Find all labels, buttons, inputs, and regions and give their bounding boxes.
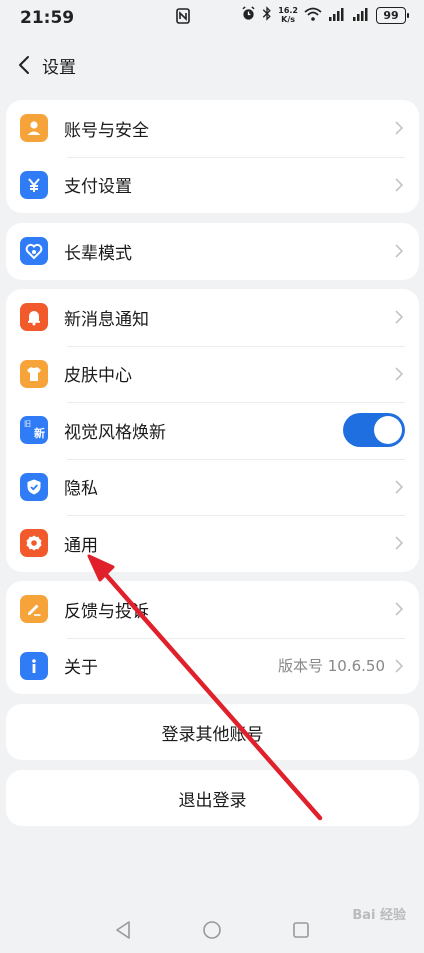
row-payment-settings[interactable]: 支付设置 — [6, 156, 419, 214]
refresh-style-icon: 旧 新 — [20, 416, 48, 445]
row-new-message-notify[interactable]: 新消息通知 — [6, 289, 419, 346]
chevron-right-icon — [393, 177, 405, 193]
chevron-right-icon — [393, 479, 405, 495]
circle-home-icon[interactable] — [202, 920, 222, 944]
toggle-knob — [374, 416, 402, 445]
row-label: 反馈与投诉 — [64, 601, 149, 622]
square-recent-icon[interactable] — [292, 921, 310, 943]
chevron-left-icon[interactable] — [12, 53, 36, 77]
net-speed-value: 16.2 — [278, 6, 298, 15]
settings-group-about: 反馈与投诉 关于 版本号 10.6.50 — [6, 581, 419, 694]
heart-icon — [20, 237, 48, 266]
chevron-right-icon — [393, 658, 405, 674]
signal-icon — [352, 7, 370, 24]
status-bar: 21:59 16.2 K/s 99 — [0, 0, 424, 36]
pencil-icon — [20, 595, 48, 624]
row-elder-mode[interactable]: 长辈模式 — [6, 223, 419, 280]
row-label: 视觉风格焕新 — [64, 422, 166, 443]
wifi-icon — [304, 7, 322, 24]
switch-account-button[interactable]: 登录其他账号 — [6, 704, 419, 760]
chevron-right-icon — [393, 601, 405, 617]
settings-group-general: 新消息通知 皮肤中心 旧 新 视觉风格焕新 隐私 通用 — [6, 289, 419, 572]
chevron-right-icon — [393, 120, 405, 136]
row-label: 长辈模式 — [64, 243, 132, 264]
bell-icon — [20, 303, 48, 332]
yuan-icon — [20, 170, 48, 199]
signal-icon — [328, 7, 346, 24]
icon-text-new: 新 — [34, 427, 45, 441]
row-skin-center[interactable]: 皮肤中心 — [6, 345, 419, 403]
shield-icon — [20, 472, 48, 501]
status-time: 21:59 — [20, 8, 75, 28]
row-feedback[interactable]: 反馈与投诉 — [6, 581, 419, 638]
gear-icon — [20, 529, 48, 558]
info-icon — [20, 651, 48, 680]
header: 设置 — [0, 44, 424, 86]
net-speed-unit: K/s — [281, 15, 296, 24]
alarm-icon — [241, 6, 256, 24]
row-about[interactable]: 关于 版本号 10.6.50 — [6, 637, 419, 695]
page-title: 设置 — [42, 57, 76, 78]
triangle-back-icon[interactable] — [114, 920, 132, 944]
version-value: 版本号 10.6.50 — [277, 657, 385, 676]
chevron-right-icon — [393, 535, 405, 551]
chevron-right-icon — [393, 366, 405, 382]
logout-button[interactable]: 退出登录 — [6, 770, 419, 826]
row-label: 皮肤中心 — [64, 366, 132, 387]
chevron-right-icon — [393, 243, 405, 259]
net-speed: 16.2 K/s — [278, 6, 298, 24]
shirt-icon — [20, 359, 48, 388]
row-label: 账号与安全 — [64, 120, 149, 141]
person-icon — [20, 114, 48, 143]
icon-text-old: 旧 — [24, 420, 31, 429]
row-label: 支付设置 — [64, 177, 132, 198]
bluetooth-icon — [262, 6, 272, 24]
row-visual-style-refresh: 旧 新 视觉风格焕新 — [6, 402, 419, 459]
status-icons: 16.2 K/s 99 — [241, 6, 409, 24]
nfc-icon — [176, 8, 190, 28]
row-general[interactable]: 通用 — [6, 515, 419, 572]
chevron-right-icon — [393, 309, 405, 325]
row-account-security[interactable]: 账号与安全 — [6, 100, 419, 157]
row-label: 隐私 — [64, 479, 98, 500]
row-label: 通用 — [64, 535, 98, 556]
battery-icon: 99 — [376, 6, 409, 24]
settings-group-account: 账号与安全 支付设置 — [6, 100, 419, 213]
watermark: Bai 经验 — [352, 908, 406, 923]
row-label: 新消息通知 — [64, 309, 149, 330]
row-label: 关于 — [64, 658, 98, 679]
settings-group-elder: 长辈模式 — [6, 223, 419, 280]
visual-style-toggle[interactable] — [343, 413, 405, 448]
row-privacy[interactable]: 隐私 — [6, 458, 419, 516]
